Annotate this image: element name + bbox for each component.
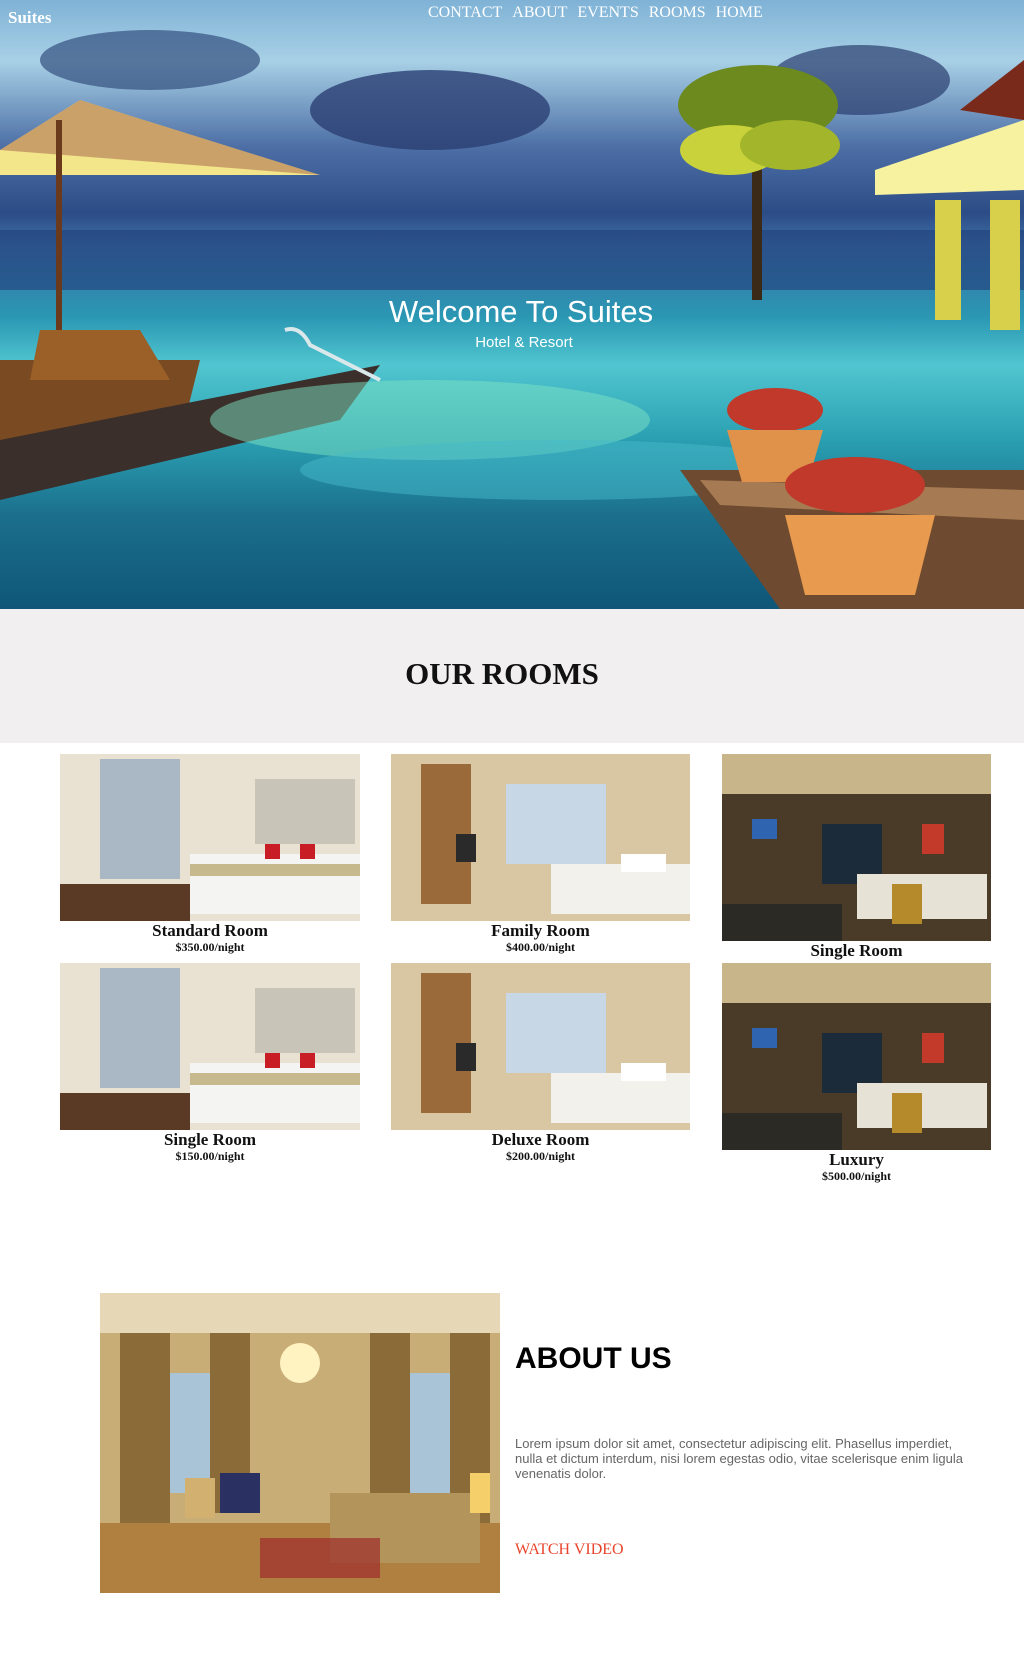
hero-title: Welcome To Suites (388, 294, 654, 329)
about-title: ABOUT US (515, 1342, 672, 1375)
room-price: $400.00/night (505, 940, 575, 954)
nav-link-home[interactable]: HOME (716, 4, 763, 22)
room-name: Single Room (163, 1130, 257, 1149)
room-name: Standard Room (152, 921, 268, 940)
room-price: $150.00/night (175, 1149, 245, 1163)
room-name: Single Room (810, 941, 903, 960)
room-card[interactable]: Standard Room $350.00/night (60, 754, 360, 955)
room-name: Family Room (491, 921, 590, 940)
hero-subtitle: Hotel & Resort (475, 334, 573, 351)
room-card[interactable]: Deluxe Room $200.00/night (391, 963, 690, 1164)
bright-bedroom-photo (60, 963, 360, 1130)
room-card[interactable]: Single Room (722, 754, 991, 960)
room-price: $350.00/night (175, 940, 245, 954)
dim-bedroom-photo (722, 963, 991, 1150)
main-nav: CONTACT ABOUT EVENTS ROOMS HOME (428, 4, 763, 22)
rooms-header-band: OUR ROOMS (0, 609, 1024, 743)
room-card[interactable]: Single Room $150.00/night (60, 963, 360, 1164)
bright-bedroom-photo (60, 754, 360, 921)
nav-link-contact[interactable]: CONTACT (428, 4, 502, 22)
room-price: $500.00/night (821, 1169, 891, 1183)
rooms-section-title: OUR ROOMS (405, 656, 599, 691)
room-price: $200.00/night (505, 1149, 575, 1163)
nav-link-about[interactable]: ABOUT (512, 4, 567, 22)
room-card[interactable]: Family Room $400.00/night (391, 754, 690, 955)
dim-bedroom-photo (722, 754, 991, 941)
nav-link-rooms[interactable]: ROOMS (649, 4, 706, 22)
room-card[interactable]: Luxury $500.00/night (722, 963, 991, 1184)
watch-video-link[interactable]: WATCH VIDEO (515, 1541, 624, 1559)
suite-interior-photo (100, 1293, 500, 1593)
city-view-bedroom-photo (391, 963, 690, 1130)
brand-logo[interactable]: Suites (8, 8, 51, 28)
about-text: Lorem ipsum dolor sit amet, consectetur … (515, 1436, 963, 1481)
nav-link-events[interactable]: EVENTS (577, 4, 638, 22)
room-name: Deluxe Room (491, 1130, 590, 1149)
city-view-bedroom-photo (391, 754, 690, 921)
hero-banner: Suites CONTACT ABOUT EVENTS ROOMS HOME W… (0, 0, 1024, 609)
room-name: Luxury (829, 1150, 884, 1169)
